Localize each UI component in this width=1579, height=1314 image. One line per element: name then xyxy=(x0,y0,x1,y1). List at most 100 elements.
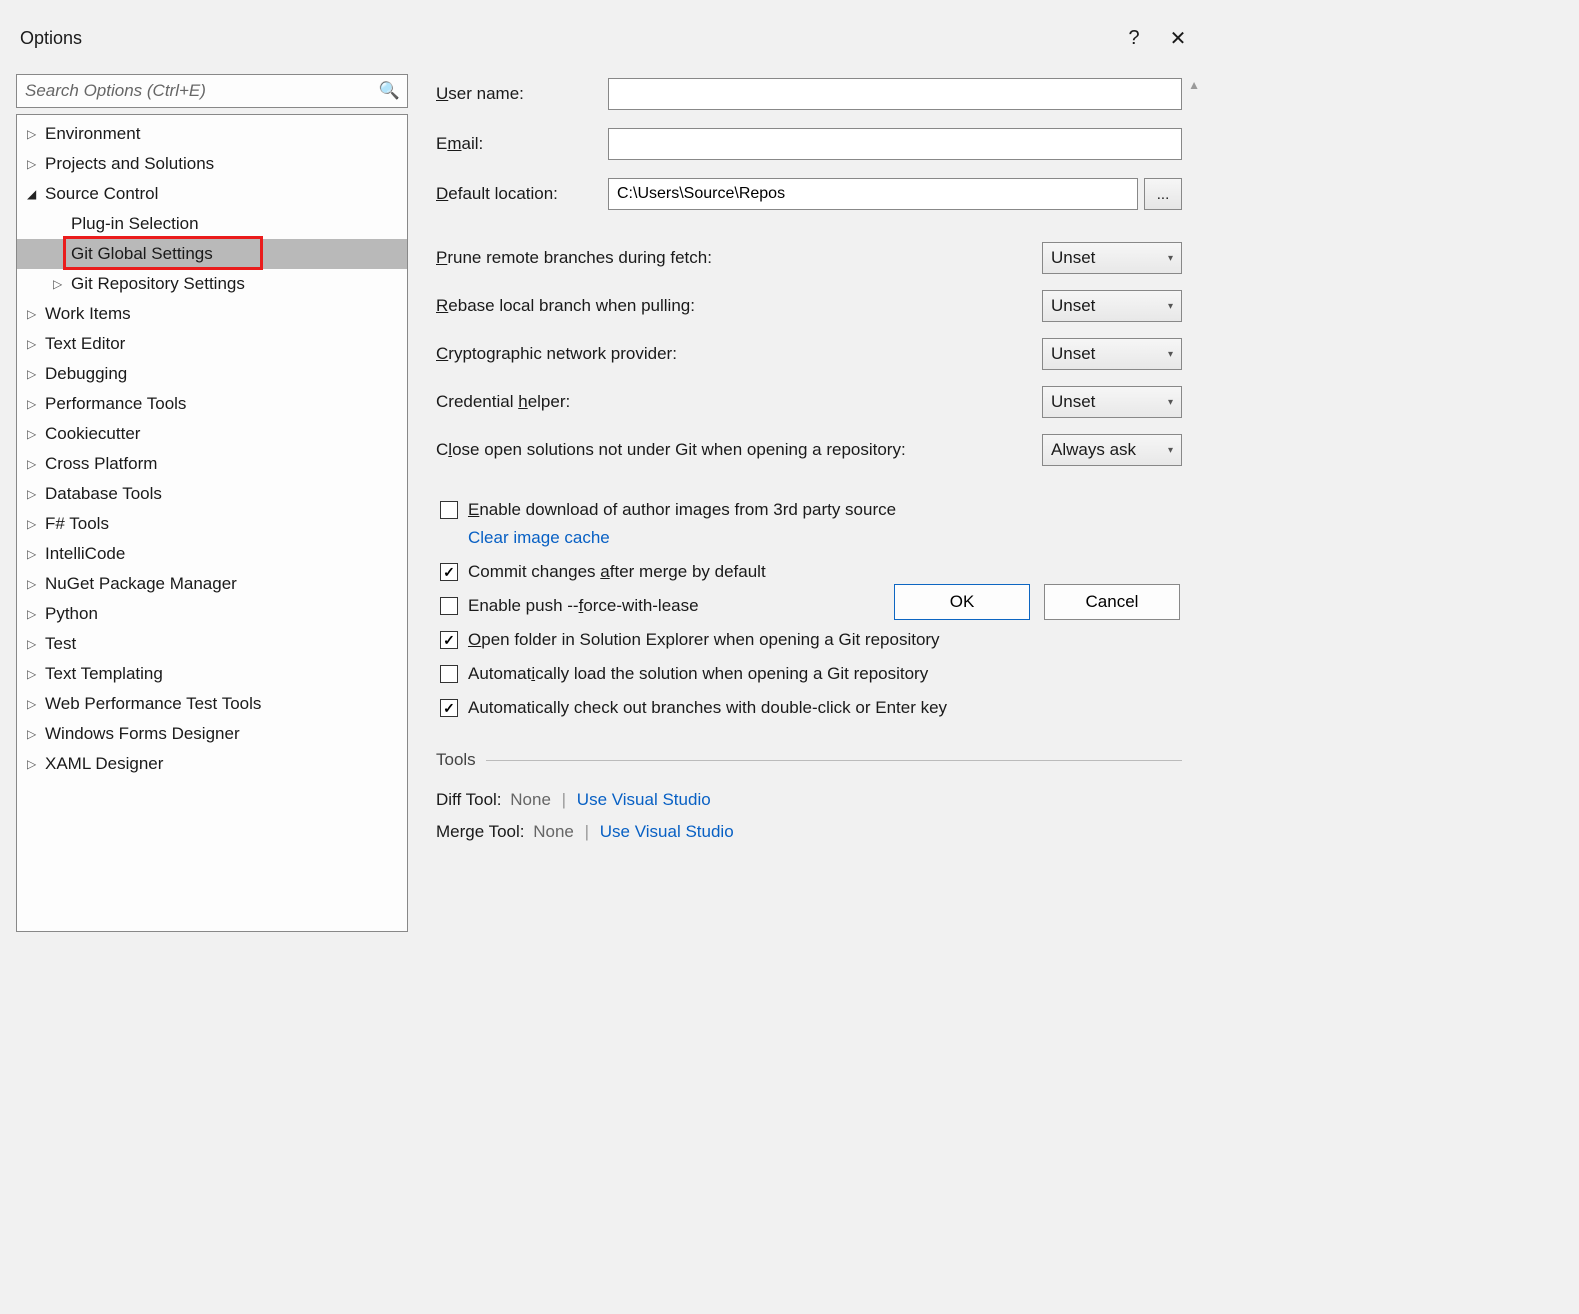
tree-node-label: Plug-in Selection xyxy=(71,214,199,234)
expander-collapsed-icon[interactable]: ▷ xyxy=(27,547,45,561)
tree-node-label: Cookiecutter xyxy=(45,424,140,444)
auto-load-checkbox[interactable] xyxy=(440,665,458,683)
close-select[interactable]: Always ask ▾ xyxy=(1042,434,1182,466)
expander-collapsed-icon[interactable]: ▷ xyxy=(27,307,45,321)
crypto-label: Cryptographic network provider: xyxy=(436,344,1042,364)
expander-collapsed-icon[interactable]: ▷ xyxy=(27,127,45,141)
clear-cache-link[interactable]: Clear image cache xyxy=(468,528,610,548)
search-input[interactable] xyxy=(16,74,408,108)
expander-collapsed-icon[interactable]: ▷ xyxy=(27,667,45,681)
tree-node[interactable]: ▷Text Editor xyxy=(17,329,407,359)
rebase-select[interactable]: Unset ▾ xyxy=(1042,290,1182,322)
author-images-checkbox[interactable] xyxy=(440,501,458,519)
dialog-title: Options xyxy=(20,28,1112,49)
expander-collapsed-icon[interactable]: ▷ xyxy=(27,367,45,381)
auto-load-label: Automatically load the solution when ope… xyxy=(468,664,928,684)
tree-node[interactable]: ▷F# Tools xyxy=(17,509,407,539)
tree-node-label: Python xyxy=(45,604,98,624)
force-lease-checkbox[interactable] xyxy=(440,597,458,615)
expander-collapsed-icon[interactable]: ▷ xyxy=(27,397,45,411)
scroll-up-icon[interactable]: ▲ xyxy=(1188,78,1200,92)
tree-node[interactable]: Plug-in Selection xyxy=(17,209,407,239)
close-button[interactable]: ✕ xyxy=(1156,26,1200,51)
expander-collapsed-icon[interactable]: ▷ xyxy=(27,577,45,591)
expander-collapsed-icon[interactable]: ▷ xyxy=(27,337,45,351)
tree-node[interactable]: ▷Performance Tools xyxy=(17,389,407,419)
ok-button[interactable]: OK xyxy=(894,584,1030,620)
tree-node[interactable]: ▷XAML Designer xyxy=(17,749,407,779)
expander-collapsed-icon[interactable]: ▷ xyxy=(53,277,71,291)
tree-node[interactable]: ▷Projects and Solutions xyxy=(17,149,407,179)
commit-merge-checkbox[interactable] xyxy=(440,563,458,581)
tree-node[interactable]: ▷Cross Platform xyxy=(17,449,407,479)
tree-node-label: NuGet Package Manager xyxy=(45,574,237,594)
diff-use-vs-link[interactable]: Use Visual Studio xyxy=(577,790,711,809)
merge-tool-value: None xyxy=(533,822,574,841)
help-button[interactable]: ? xyxy=(1112,27,1156,50)
merge-tool-label: Merge Tool: xyxy=(436,822,525,841)
tree-node[interactable]: ▷Web Performance Test Tools xyxy=(17,689,407,719)
tree-node[interactable]: ▷Text Templating xyxy=(17,659,407,689)
tree-node[interactable]: ▷Work Items xyxy=(17,299,407,329)
username-label: User name: xyxy=(436,84,608,104)
expander-collapsed-icon[interactable]: ▷ xyxy=(27,607,45,621)
expander-collapsed-icon[interactable]: ▷ xyxy=(27,487,45,501)
tree-node-label: F# Tools xyxy=(45,514,109,534)
tree-node[interactable]: ▷Environment xyxy=(17,119,407,149)
tree-node[interactable]: Git Global Settings xyxy=(17,239,407,269)
cancel-button[interactable]: Cancel xyxy=(1044,584,1180,620)
rebase-label: Rebase local branch when pulling: xyxy=(436,296,1042,316)
expander-collapsed-icon[interactable]: ▷ xyxy=(27,757,45,771)
options-tree[interactable]: ▷Environment▷Projects and Solutions◢Sour… xyxy=(16,114,408,932)
expander-collapsed-icon[interactable]: ▷ xyxy=(27,637,45,651)
location-label: Default location: xyxy=(436,184,608,204)
tree-node[interactable]: ▷Debugging xyxy=(17,359,407,389)
tree-node[interactable]: ▷Test xyxy=(17,629,407,659)
tree-node[interactable]: ◢Source Control xyxy=(17,179,407,209)
cred-label: Credential helper: xyxy=(436,392,1042,412)
email-input[interactable] xyxy=(608,128,1182,160)
cred-select[interactable]: Unset ▾ xyxy=(1042,386,1182,418)
tree-node-label: Test xyxy=(45,634,76,654)
chevron-down-icon: ▾ xyxy=(1168,301,1173,312)
crypto-select[interactable]: Unset ▾ xyxy=(1042,338,1182,370)
expander-collapsed-icon[interactable]: ▷ xyxy=(27,457,45,471)
expander-collapsed-icon[interactable]: ▷ xyxy=(27,157,45,171)
commit-merge-label: Commit changes after merge by default xyxy=(468,562,766,582)
tree-node-label: Git Global Settings xyxy=(71,244,213,264)
tree-node-label: Database Tools xyxy=(45,484,162,504)
expander-collapsed-icon[interactable]: ▷ xyxy=(27,517,45,531)
titlebar: Options ? ✕ xyxy=(16,20,1204,56)
tree-node-label: IntelliCode xyxy=(45,544,125,564)
browse-button[interactable]: ... xyxy=(1144,178,1182,210)
tree-node-label: Debugging xyxy=(45,364,127,384)
tree-node-label: Projects and Solutions xyxy=(45,154,214,174)
merge-use-vs-link[interactable]: Use Visual Studio xyxy=(600,822,734,841)
tree-node[interactable]: ▷Windows Forms Designer xyxy=(17,719,407,749)
tree-node[interactable]: ▷Python xyxy=(17,599,407,629)
expander-collapsed-icon[interactable]: ▷ xyxy=(27,427,45,441)
expander-expanded-icon[interactable]: ◢ xyxy=(27,187,45,201)
tree-node[interactable]: ▷Cookiecutter xyxy=(17,419,407,449)
expander-collapsed-icon[interactable]: ▷ xyxy=(27,697,45,711)
email-label: Email: xyxy=(436,134,608,154)
tree-node-label: Source Control xyxy=(45,184,158,204)
separator xyxy=(486,760,1182,761)
username-input[interactable] xyxy=(608,78,1182,110)
prune-select[interactable]: Unset ▾ xyxy=(1042,242,1182,274)
expander-collapsed-icon[interactable]: ▷ xyxy=(27,727,45,741)
tree-node-label: Text Templating xyxy=(45,664,163,684)
tree-node[interactable]: ▷Git Repository Settings xyxy=(17,269,407,299)
tree-node[interactable]: ▷NuGet Package Manager xyxy=(17,569,407,599)
location-input[interactable] xyxy=(608,178,1138,210)
tree-node[interactable]: ▷IntelliCode xyxy=(17,539,407,569)
auto-checkout-checkbox[interactable] xyxy=(440,699,458,717)
tree-node-label: Performance Tools xyxy=(45,394,186,414)
chevron-down-icon: ▾ xyxy=(1168,253,1173,264)
diff-tool-label: Diff Tool: xyxy=(436,790,502,809)
open-folder-checkbox[interactable] xyxy=(440,631,458,649)
tree-node-label: Cross Platform xyxy=(45,454,157,474)
tree-node[interactable]: ▷Database Tools xyxy=(17,479,407,509)
author-images-label: Enable download of author images from 3r… xyxy=(468,500,896,520)
diff-tool-value: None xyxy=(510,790,551,809)
